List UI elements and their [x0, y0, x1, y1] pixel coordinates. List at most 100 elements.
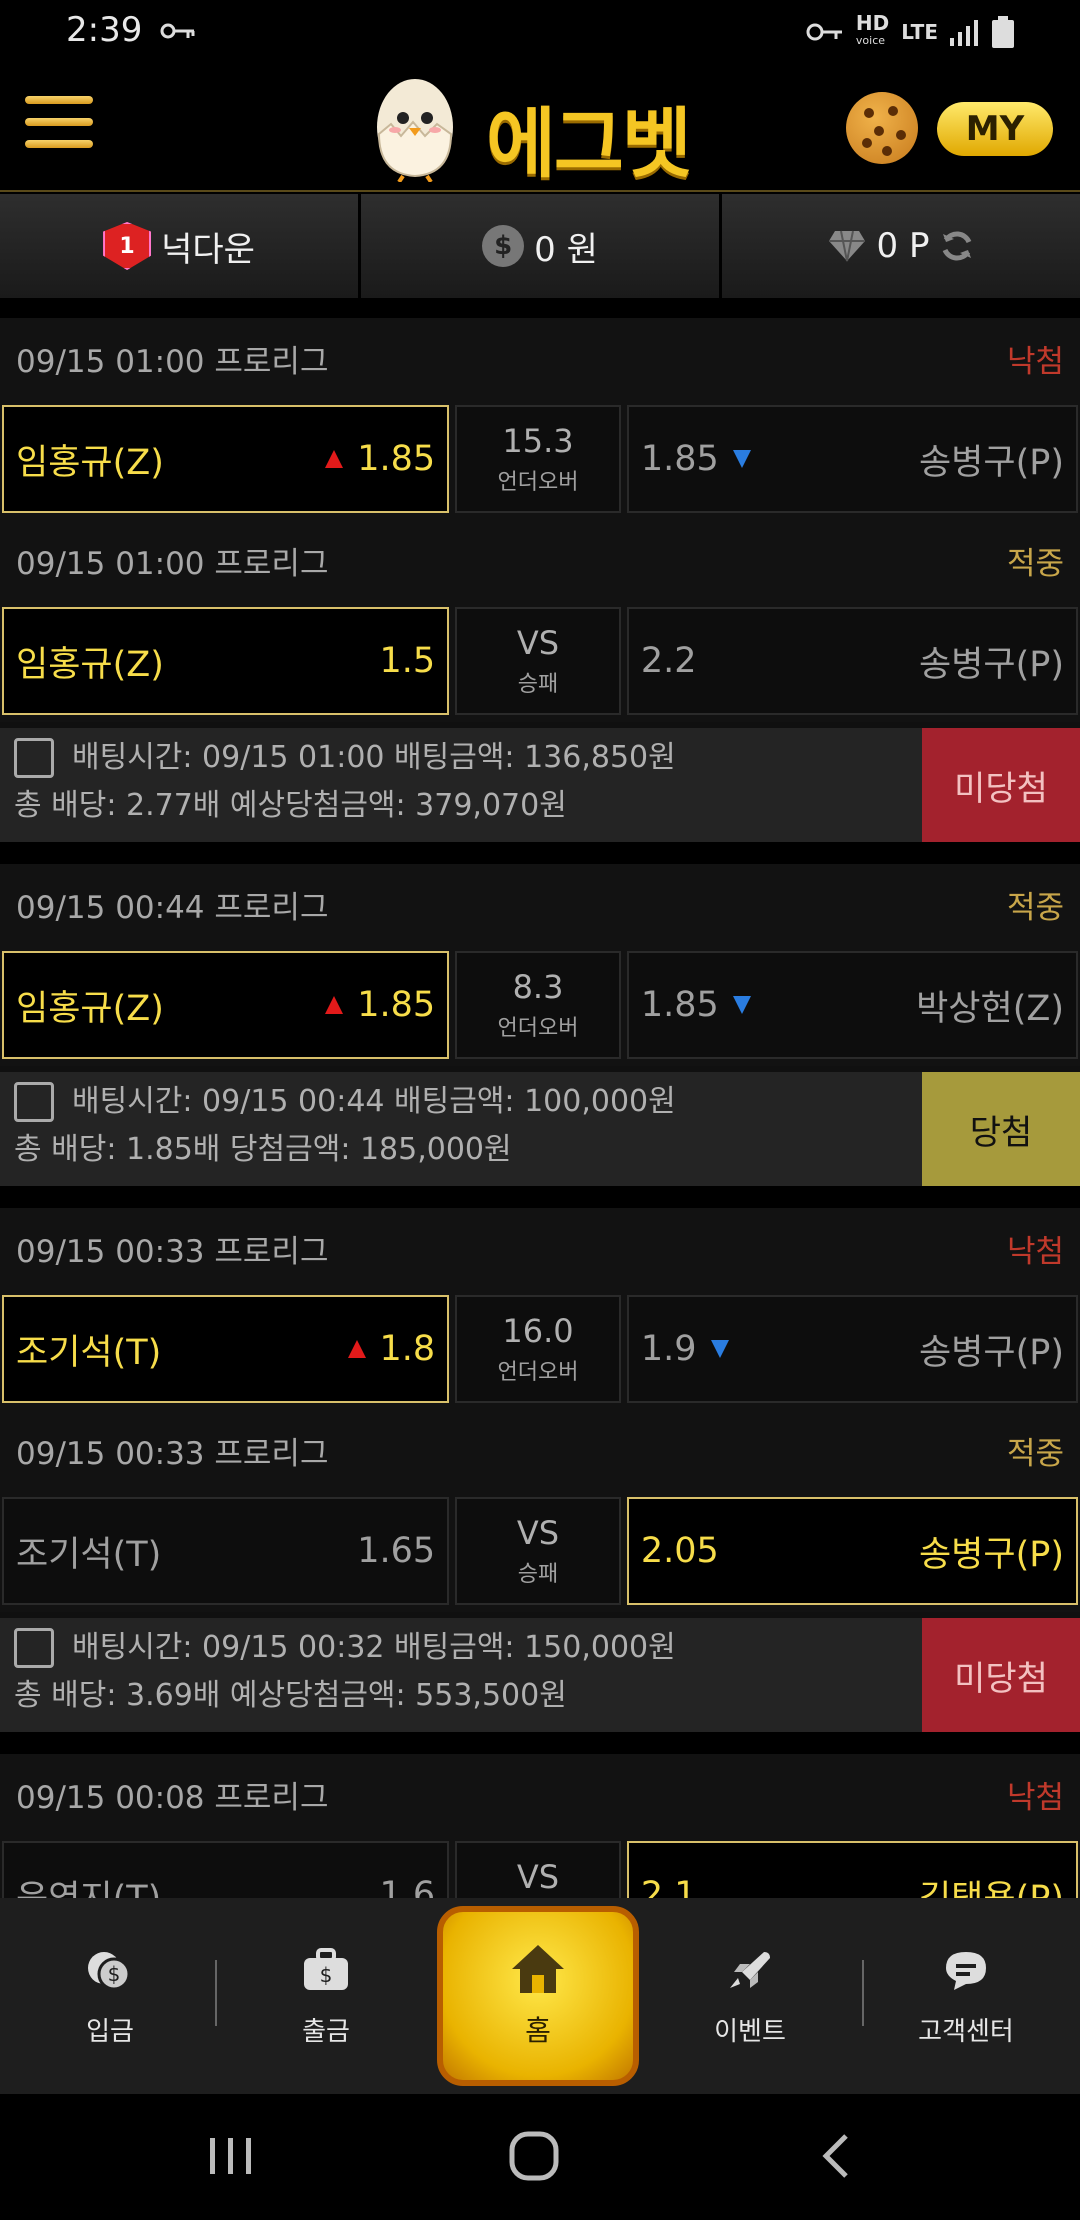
home-system-icon[interactable] [508, 2130, 560, 2182]
home-odd-button[interactable]: 조기석(T) 1.8 [2, 1295, 450, 1403]
coins-icon: $ [88, 1952, 131, 1991]
bet-group: 09/15 00:08 프로리그 낙첨윤영지(T) 1.6 VS승패 2.1 김택용(P) [0, 1754, 1080, 1898]
home-odd-value: 1.8 [347, 1329, 435, 1369]
bet-summary-row: 배팅시간: 09/15 01:00 배팅금액: 136,850원총 배당: 2.… [0, 728, 1080, 842]
nav-deposit[interactable]: $ 입금 [40, 1948, 180, 2048]
nav-event[interactable]: 이벤트 [680, 1948, 820, 2048]
handicap-value: VS [516, 1514, 560, 1552]
bet-time-amount: 배팅시간: 09/15 00:44 배팅금액: 100,000원 [72, 1084, 676, 1119]
user-cell[interactable]: 1 넉다운 [0, 194, 361, 298]
bet-status-badge[interactable]: 당첨 [922, 1072, 1080, 1186]
nav-home-button[interactable]: 홈 [437, 1906, 639, 2086]
home-odd-button[interactable]: 조기석(T) 1.65 [2, 1497, 450, 1605]
away-odd-button[interactable]: 1.85 박상현(Z) [626, 951, 1078, 1059]
home-icon [512, 1945, 564, 1993]
back-icon[interactable] [818, 2132, 854, 2180]
dollar-coin-icon: $ [482, 225, 525, 267]
egg-mascot-logo [377, 79, 453, 182]
home-odd-button[interactable]: 임홍규(Z) 1.5 [2, 607, 450, 715]
my-button[interactable]: MY [937, 102, 1053, 156]
bet-info-line: 배팅시간: 09/15 00:44 배팅금액: 100,000원 [14, 1078, 908, 1126]
match-time: 09/15 00:44 프로리그 [16, 889, 329, 926]
signal-icon [950, 20, 978, 46]
svg-text:$: $ [320, 1963, 333, 1987]
home-odd-button[interactable]: 윤영지(T) 1.6 [2, 1841, 450, 1898]
money-cell[interactable]: $ 0 원 [361, 194, 722, 298]
home-odd-number: 1.85 [357, 985, 436, 1025]
away-odd-value: 2.2 [641, 641, 697, 681]
away-odd-button[interactable]: 2.2 송병구(P) [626, 607, 1078, 715]
away-odd-button[interactable]: 1.9 송병구(P) [626, 1295, 1078, 1403]
bet-odds-payout: 총 배당: 3.69배 예상당첨금액: 553,500원 [14, 1678, 567, 1713]
select-checkbox[interactable] [14, 1082, 54, 1122]
odds-row: 조기석(T) 1.8 16.0 언더오버 1.9 송병구(P) [0, 1288, 1080, 1410]
bet-type-label: 언더오버 [497, 1360, 579, 1385]
home-odd-value: 1.85 [325, 439, 435, 479]
nav-support[interactable]: 고객센터 [896, 1948, 1036, 2048]
away-odd-button[interactable]: 2.1 김택용(P) [626, 1841, 1078, 1899]
select-checkbox[interactable] [14, 738, 54, 778]
middle-handicap-cell[interactable]: VS승패 [455, 1497, 621, 1605]
match-header: 09/15 00:33 프로리그 낙첨 [0, 1208, 1080, 1288]
status-time: 2:39 [66, 10, 143, 50]
match-header: 09/15 00:33 프로리그 적중 [0, 1410, 1080, 1490]
home-team-name: 조기석(T) [16, 1534, 162, 1575]
odds-row: 윤영지(T) 1.6 VS승패 2.1 김택용(P) [0, 1834, 1080, 1898]
match-header: 09/15 00:44 프로리그 적중 [0, 864, 1080, 944]
middle-handicap-cell[interactable]: 16.0 언더오버 [455, 1295, 621, 1403]
match-header: 09/15 00:08 프로리그 낙첨 [0, 1754, 1080, 1834]
odds-row: 임홍규(Z) 1.85 8.3 언더오버 1.85 박상현(Z) [0, 944, 1080, 1066]
home-odd-number: 1.85 [357, 439, 436, 479]
home-odd-button[interactable]: 임홍규(Z) 1.85 [2, 405, 450, 513]
vpn-key-icon [160, 23, 195, 39]
refresh-icon[interactable] [939, 228, 975, 264]
arrow-down-icon [732, 996, 751, 1014]
bet-status-badge[interactable]: 미당첨 [922, 1618, 1080, 1732]
points-cell[interactable]: 0 P [722, 194, 1080, 298]
select-checkbox[interactable] [14, 1628, 54, 1668]
match-result: 적중 [1006, 545, 1064, 582]
away-odd-value: 2.1 [641, 1875, 697, 1898]
middle-handicap-cell[interactable]: VS승패 [455, 1841, 621, 1898]
battery-icon [992, 16, 1014, 48]
match-time: 09/15 00:33 프로리그 [16, 1233, 329, 1270]
away-odd-value: 1.9 [641, 1329, 729, 1369]
bet-group: 09/15 01:00 프로리그 낙첨 임홍규(Z) 1.85 15.3 언더오버 1.85… [0, 318, 1080, 842]
menu-icon[interactable] [25, 96, 93, 158]
away-odd-button[interactable]: 2.05 송병구(P) [626, 1497, 1078, 1605]
bet-info: 배팅시간: 09/15 00:32 배팅금액: 150,000원총 배당: 3.… [0, 1618, 922, 1732]
rocket-icon [730, 1952, 770, 1988]
away-odd-number: 1.85 [640, 439, 719, 479]
away-odd-number: 2.1 [640, 1875, 697, 1898]
key-icon [806, 23, 842, 41]
home-team-name: 조기석(T) [16, 1332, 162, 1373]
recent-apps-icon[interactable] [206, 2134, 256, 2178]
match-header: 09/15 01:00 프로리그 낙첨 [0, 318, 1080, 398]
cookie-icon[interactable] [846, 92, 918, 164]
handicap-value: VS [516, 1858, 560, 1896]
away-odd-button[interactable]: 1.85 송병구(P) [626, 405, 1078, 513]
app-header: 에그벳 MY [0, 62, 1080, 192]
nav-withdraw[interactable]: $ 출금 [256, 1948, 396, 2048]
middle-handicap-cell[interactable]: 15.3 언더오버 [455, 405, 621, 513]
match-time: 09/15 01:00 프로리그 [16, 343, 329, 380]
user-info-bar: 1 넉다운 $ 0 원 0 P [0, 194, 1080, 298]
username: 넉다운 [161, 229, 255, 270]
bet-history-list[interactable]: 09/15 01:00 프로리그 낙첨 임홍규(Z) 1.85 15.3 언더오버 1.85… [0, 318, 1080, 1898]
middle-handicap-cell[interactable]: VS승패 [455, 607, 621, 715]
home-odd-number: 1.6 [379, 1875, 436, 1898]
home-team-name: 임홍규(Z) [16, 442, 164, 483]
away-odd-number: 2.05 [640, 1531, 719, 1571]
odds-row: 임홍규(Z) 1.5 VS 승패 2.2 송병구(P) [0, 600, 1080, 722]
bet-status-badge[interactable]: 미당첨 [922, 728, 1080, 842]
nav-event-label: 이벤트 [714, 2017, 786, 2047]
home-odd-value: 1.5 [380, 641, 436, 681]
middle-handicap-cell[interactable]: 8.3 언더오버 [455, 951, 621, 1059]
bet-info-line: 배팅시간: 09/15 01:00 배팅금액: 136,850원 [14, 734, 908, 782]
home-odd-button[interactable]: 임홍규(Z) 1.85 [2, 951, 450, 1059]
bet-odds-payout: 총 배당: 2.77배 예상당첨금액: 379,070원 [14, 788, 567, 823]
nav-deposit-label: 입금 [86, 2017, 134, 2047]
away-team-name: 김택용(P) [919, 1870, 1064, 1899]
home-odd-value: 1.6 [380, 1875, 436, 1898]
bet-time-amount: 배팅시간: 09/15 00:32 배팅금액: 150,000원 [72, 1630, 676, 1665]
